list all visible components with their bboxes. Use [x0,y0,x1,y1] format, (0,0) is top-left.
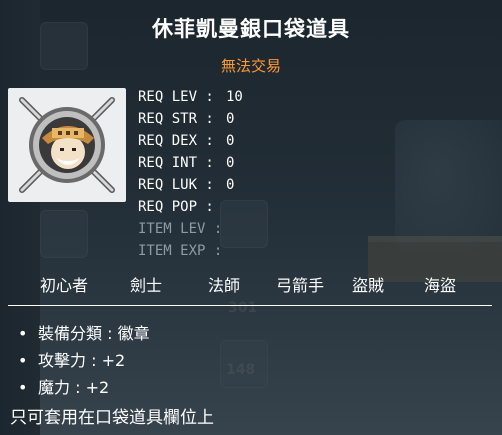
pocket-item-portrait-icon [19,97,115,193]
req-label: REQ LEV : [138,89,214,105]
req-row-item-exp: ITEM EXP : [138,240,243,262]
req-row-dex: REQ DEX : 0 [138,130,243,152]
job-magician: 法師 [208,276,241,295]
req-label: REQ POP : [138,199,214,215]
req-row-int: REQ INT : 0 [138,152,243,174]
stat-text: 魔力 : +2 [38,378,110,397]
req-row-pop: REQ POP : [138,196,243,218]
req-value: 10 [226,89,243,105]
tooltip-divider [8,305,492,306]
req-value: 0 [226,155,235,171]
bullet-icon: • [18,324,28,343]
job-beginner: 初心者 [40,276,89,295]
item-tooltip: 休菲凱曼銀口袋道具 無法交易 REQ LEV: 10 REQ STR: 0 … [0,0,502,435]
req-label: REQ DEX : [138,133,214,149]
req-label: REQ STR : [138,111,214,127]
req-row-str: REQ STR : 0 [138,108,243,130]
requirement-list: REQ LEV : 10 REQ STR : 0 REQ DEX : 0 REQ IN… [138,86,243,262]
item-icon-frame [8,88,126,202]
item-stats: • 裝備分類 : 徽章 • 攻擊力 : +2 • 魔力 : +2 [18,320,150,401]
trade-status: 無法交易 [220,57,281,75]
req-label: REQ LUK : [138,177,214,193]
job-thief: 盜賊 [352,276,385,295]
req-value: 0 [226,111,235,127]
job-list: 初心者 劍士 法師 弓箭手 盜賊 海盜 [0,272,502,296]
bullet-icon: • [18,378,28,397]
job-pirate: 海盜 [424,276,457,295]
item-description: 只可套用在口袋道具欄位上 [10,408,214,428]
req-row-item-level: ITEM LEV : [138,218,243,240]
stat-category: • 裝備分類 : 徽章 [18,320,150,347]
req-value: 0 [226,133,235,149]
req-label: REQ INT : [138,155,214,171]
item-name: 休菲凱曼銀口袋道具 [152,17,350,41]
job-warrior: 劍士 [130,276,163,295]
req-label: ITEM EXP : [138,243,223,259]
req-row-luk: REQ LUK : 0 [138,174,243,196]
stat-magic: • 魔力 : +2 [18,374,150,401]
job-bowman: 弓箭手 [276,276,325,295]
req-row-level: REQ LEV : 10 [138,86,243,108]
stat-text: 攻擊力 : +2 [38,351,126,370]
req-value: 0 [226,177,235,193]
stat-attack: • 攻擊力 : +2 [18,347,150,374]
bullet-icon: • [18,351,28,370]
stat-text: 裝備分類 : 徽章 [38,324,150,343]
req-label: ITEM LEV : [138,221,223,237]
